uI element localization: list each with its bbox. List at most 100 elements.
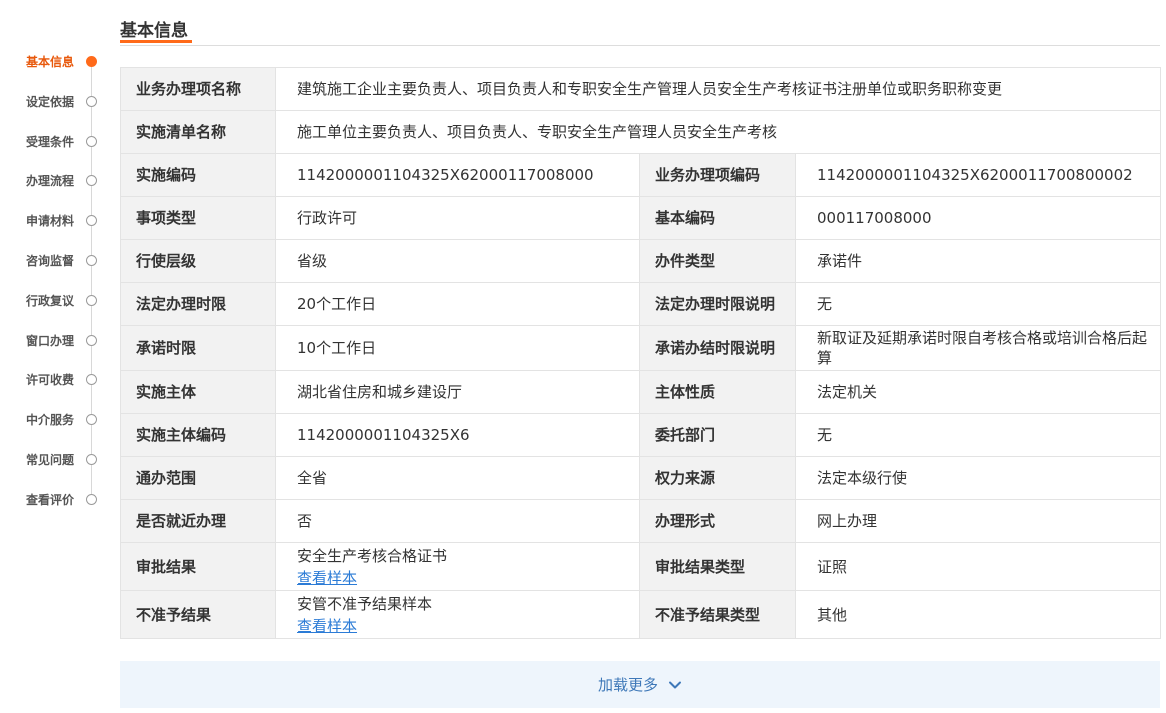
legal-limit-desc-label: 法定办理时限说明 [639, 282, 796, 326]
nav-item-label: 设定依据 [25, 94, 74, 109]
nav-item[interactable]: 查看评价 [0, 489, 104, 509]
impl-subject-value: 湖北省住房和城乡建设厅 [275, 370, 640, 414]
entrusted-dept-label: 委托部门 [639, 413, 796, 457]
impl-code-value: 1142000001104325X62000117008000 [275, 153, 640, 197]
table-row: 事项类型 行政许可 基本编码 000117008000 [120, 196, 1161, 240]
reject-result-value: 安管不准予结果样本 [297, 594, 433, 613]
table-row: 实施清单名称 施工单位主要负责人、项目负责人、专职安全生产管理人员安全生产考核 [120, 110, 1161, 154]
step-timeline-line [91, 62, 92, 500]
subject-code-label: 实施主体编码 [120, 413, 276, 457]
reject-sample-link[interactable]: 查看样本 [297, 615, 357, 637]
business-item-code-label: 业务办理项编码 [639, 153, 796, 197]
nav-item-label: 许可收费 [25, 372, 74, 387]
approval-result-value: 安全生产考核合格证书 [297, 546, 448, 565]
table-row: 实施主体 湖北省住房和城乡建设厅 主体性质 法定机关 [120, 370, 1161, 414]
table-row: 实施主体编码 1142000001104325X6 委托部门 无 [120, 413, 1161, 457]
exercise-level-label: 行使层级 [120, 239, 276, 283]
nav-item[interactable]: 中介服务 [0, 409, 104, 429]
table-row: 实施编码 1142000001104325X62000117008000 业务办… [120, 153, 1161, 197]
nav-item[interactable]: 常见问题 [0, 449, 104, 469]
load-more-button[interactable]: 加载更多 [120, 661, 1160, 708]
table-row: 不准予结果 安管不准予结果样本 查看样本 不准予结果类型 其他 [120, 590, 1161, 639]
reject-result-type-value: 其他 [795, 590, 1161, 639]
legal-limit-value: 20个工作日 [275, 282, 640, 326]
nav-item[interactable]: 设定依据 [0, 91, 104, 111]
basic-info-table: 业务办理项名称 建筑施工企业主要负责人、项目负责人和专职安全生产管理人员安全生产… [120, 67, 1161, 639]
nav-item[interactable]: 许可收费 [0, 369, 104, 389]
legal-limit-desc-value: 无 [795, 282, 1161, 326]
handle-form-label: 办理形式 [639, 499, 796, 543]
approval-sample-link[interactable]: 查看样本 [297, 567, 357, 589]
section-title: 基本信息 [120, 21, 188, 41]
nav-item-label: 常见问题 [25, 452, 74, 467]
nav-item-label: 窗口办理 [25, 333, 74, 348]
nav-item-label: 咨询监督 [25, 253, 74, 268]
step-dot-icon [86, 95, 97, 107]
approval-result-cell: 安全生产考核合格证书 查看样本 [275, 542, 640, 591]
nav-item[interactable]: 办理流程 [0, 170, 104, 190]
section-divider [120, 45, 1160, 46]
reject-result-cell: 安管不准予结果样本 查看样本 [275, 590, 640, 639]
nav-item-label: 行政复议 [25, 293, 74, 308]
scope-label: 通办范围 [120, 456, 276, 500]
approval-result-type-label: 审批结果类型 [639, 542, 796, 591]
nearby-label: 是否就近办理 [120, 499, 276, 543]
table-row: 是否就近办理 否 办理形式 网上办理 [120, 499, 1161, 543]
reject-result-label: 不准予结果 [120, 590, 276, 639]
case-type-label: 办件类型 [639, 239, 796, 283]
nav-item-label: 查看评价 [25, 492, 74, 507]
approval-result-type-value: 证照 [795, 542, 1161, 591]
item-type-label: 事项类型 [120, 196, 276, 240]
reject-result-type-label: 不准予结果类型 [639, 590, 796, 639]
subject-nature-value: 法定机关 [795, 370, 1161, 414]
business-item-code-value: 1142000001104325X6200011700800002 [795, 153, 1161, 197]
handle-form-value: 网上办理 [795, 499, 1161, 543]
promise-limit-value: 10个工作日 [275, 325, 640, 371]
table-row: 法定办理时限 20个工作日 法定办理时限说明 无 [120, 282, 1161, 326]
nav-item[interactable]: 行政复议 [0, 290, 104, 310]
nav-item-label: 基本信息 [25, 54, 74, 69]
step-dot-icon [86, 294, 97, 306]
list-name-label: 实施清单名称 [120, 110, 276, 154]
impl-subject-label: 实施主体 [120, 370, 276, 414]
subject-nature-label: 主体性质 [639, 370, 796, 414]
nav-item-label: 申请材料 [25, 213, 74, 228]
nav-item[interactable]: 申请材料 [0, 210, 104, 230]
load-more-label: 加载更多 [597, 676, 658, 694]
step-dot-icon [86, 254, 97, 266]
base-code-value: 000117008000 [795, 196, 1161, 240]
nav-item-label: 办理流程 [25, 173, 74, 188]
business-item-name-label: 业务办理项名称 [120, 67, 276, 111]
step-dot-icon [86, 493, 97, 505]
approval-result-label: 审批结果 [120, 542, 276, 591]
scope-value: 全省 [275, 456, 640, 500]
case-type-value: 承诺件 [795, 239, 1161, 283]
nearby-value: 否 [275, 499, 640, 543]
promise-limit-label: 承诺时限 [120, 325, 276, 371]
chevron-down-icon [669, 681, 681, 688]
step-dot-icon [86, 214, 97, 226]
step-dot-icon [86, 174, 97, 186]
step-dot-icon [86, 334, 97, 346]
promise-limit-desc-label: 承诺办结时限说明 [639, 325, 796, 371]
base-code-label: 基本编码 [639, 196, 796, 240]
step-dot-icon [86, 373, 97, 385]
nav-item-label: 受理条件 [25, 134, 74, 149]
legal-limit-label: 法定办理时限 [120, 282, 276, 326]
nav-item[interactable]: 咨询监督 [0, 250, 104, 270]
section-title-underline [120, 40, 192, 43]
exercise-level-value: 省级 [275, 239, 640, 283]
nav-item[interactable]: 基本信息 [0, 51, 104, 71]
table-row: 业务办理项名称 建筑施工企业主要负责人、项目负责人和专职安全生产管理人员安全生产… [120, 67, 1161, 111]
list-name-value: 施工单位主要负责人、项目负责人、专职安全生产管理人员安全生产考核 [275, 110, 1161, 154]
table-row: 行使层级 省级 办件类型 承诺件 [120, 239, 1161, 283]
nav-item[interactable]: 受理条件 [0, 131, 104, 151]
table-row: 承诺时限 10个工作日 承诺办结时限说明 新取证及延期承诺时限自考核合格或培训合… [120, 325, 1161, 371]
item-type-value: 行政许可 [275, 196, 640, 240]
table-row: 审批结果 安全生产考核合格证书 查看样本 审批结果类型 证照 [120, 542, 1161, 591]
nav-item[interactable]: 窗口办理 [0, 330, 104, 350]
nav-item-label: 中介服务 [25, 412, 74, 427]
active-step-dot-icon [86, 55, 97, 67]
impl-code-label: 实施编码 [120, 153, 276, 197]
subject-code-value: 1142000001104325X6 [275, 413, 640, 457]
